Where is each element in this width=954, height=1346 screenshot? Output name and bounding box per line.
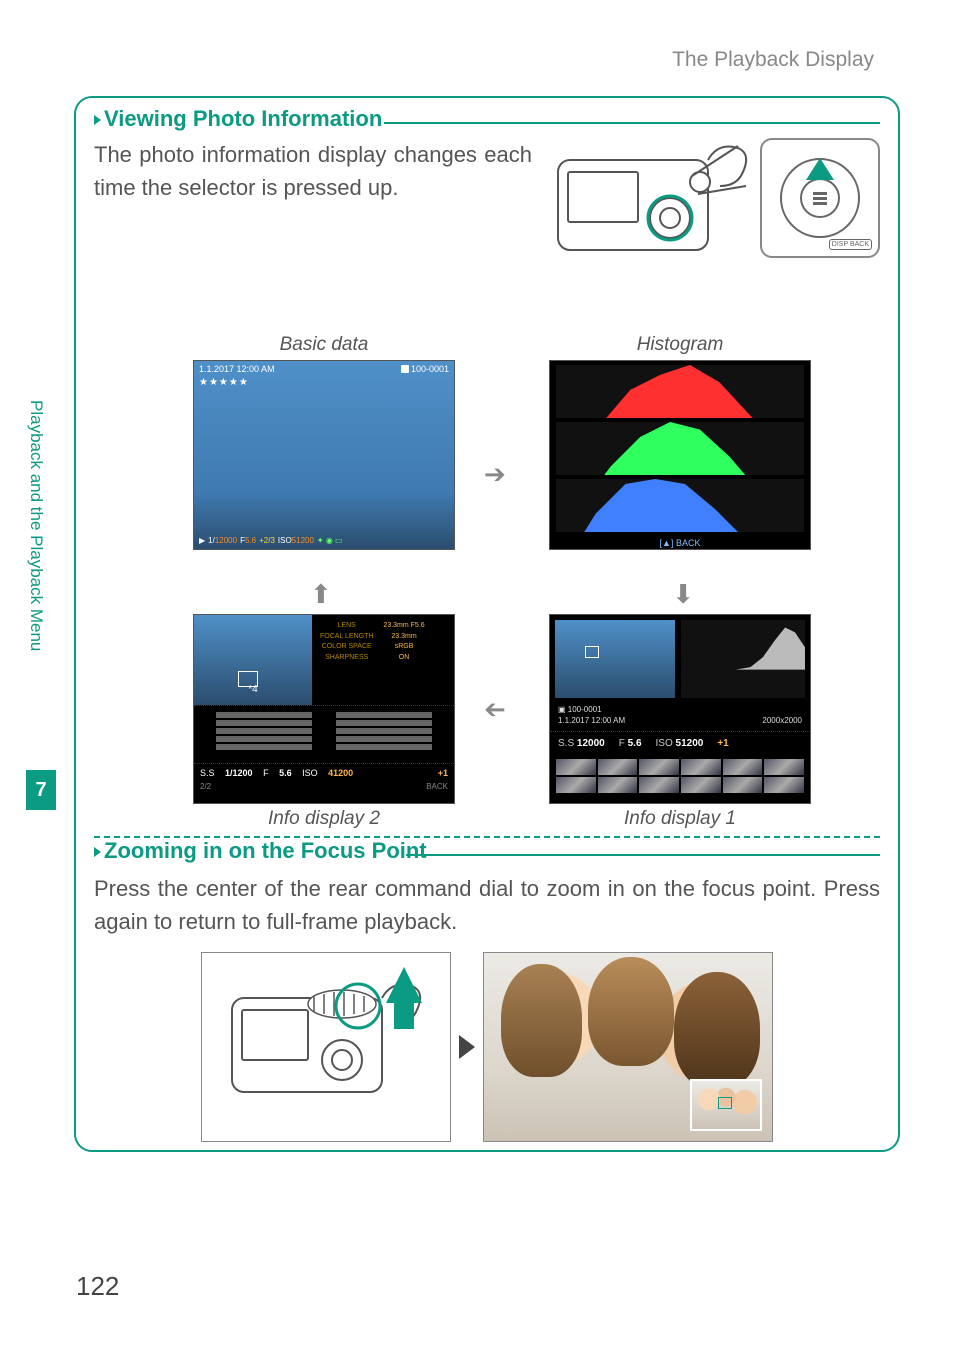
- selector-up-arrow-icon: [806, 158, 834, 180]
- info1-ev: +1: [717, 738, 728, 749]
- pip-focus-rect-icon: [718, 1097, 732, 1109]
- info2-iso: 41200: [328, 768, 353, 778]
- content-frame: Viewing Photo Information The photo info…: [74, 96, 900, 1152]
- section1-title: Viewing Photo Information: [94, 106, 388, 132]
- playback-icon: ▶: [199, 536, 205, 545]
- pip-overview: [690, 1079, 762, 1131]
- basic-ss-prefix: 1/: [208, 536, 215, 545]
- press-dial-arrow-icon: [386, 967, 422, 1003]
- info2-color-val: sRGB: [383, 642, 424, 653]
- histogram-caption: Histogram: [540, 334, 820, 356]
- flow-arrow-up-icon: ⬆: [310, 579, 332, 610]
- menu-ok-icon: [809, 187, 831, 209]
- info1-film-sim-thumbs: [550, 755, 810, 797]
- info1-dimensions: 2000x2000: [762, 716, 802, 725]
- selector-zoom-inset: DISP BACK: [760, 138, 880, 258]
- basic-iso-prefix: ISO: [278, 536, 292, 545]
- display-cycle-flow: Basic data 1.1.2017 12:00 AM 100-0001 ★★…: [94, 334, 880, 854]
- info2-lens-label: LENS: [320, 621, 373, 632]
- basic-iso: 51200: [292, 536, 314, 545]
- chapter-number: 7: [26, 770, 56, 810]
- info2-color-label: COLOR SPACE: [320, 642, 373, 653]
- info2-screen: *4 LENS FOCAL LENGTH COLOR SPACE SHARPNE…: [193, 614, 455, 804]
- basic-ap: 5.6: [245, 536, 256, 545]
- info2-focal-val: 23.3mm: [383, 632, 424, 643]
- info1-ap-label: F: [619, 738, 625, 749]
- histogram-blue: [556, 479, 804, 532]
- info1-screen: 100% ▣ 100-0001 1.1.2017 12:00 AM 2000x2…: [549, 614, 811, 804]
- flow-arrow-down-icon: ⬇: [672, 579, 694, 610]
- camera-top-illustration: DISP BACK: [550, 138, 880, 308]
- info2-sharp-val: ON: [383, 653, 424, 664]
- info2-ss-label: S.S: [200, 768, 215, 778]
- info1-ss-label: S.S: [558, 738, 574, 749]
- info1-caption: Info display 1: [540, 808, 820, 830]
- selector-center-button[interactable]: [800, 178, 840, 218]
- basic-datetime: 1.1.2017 12:00 AM: [199, 364, 275, 374]
- info1-iso-label: ISO: [656, 738, 673, 749]
- info2-tone-bars: [194, 705, 454, 763]
- zoomed-photo-illustration: [483, 952, 773, 1142]
- disp-back-button-label: DISP BACK: [829, 239, 872, 250]
- histogram-green: [556, 422, 804, 475]
- histogram-back-icon: [▲]: [660, 538, 674, 548]
- info2-focal-label: FOCAL LENGTH: [320, 632, 373, 643]
- basic-ss: 12000: [215, 536, 237, 545]
- section2-title: Zooming in on the Focus Point: [94, 838, 433, 864]
- section2-text: Press the center of the rear command dia…: [94, 872, 880, 938]
- info1-frame: 100-0001: [568, 705, 602, 714]
- page-number: 122: [76, 1271, 119, 1302]
- flow-arrow-left-icon: ➔: [484, 694, 506, 725]
- histogram-back-label: BACK: [676, 538, 701, 548]
- info1-ss: 12000: [577, 738, 605, 749]
- info1-datetime: 1.1.2017 12:00 AM: [558, 716, 625, 725]
- basic-frame-number: 100-0001: [411, 364, 449, 374]
- info2-ev: +1: [438, 768, 448, 778]
- camera-back-sketch: [550, 138, 750, 288]
- flow-arrow-right-icon: ➔: [484, 459, 506, 490]
- histogram-screen: [▲] BACK: [549, 360, 811, 550]
- histogram-red: [556, 365, 804, 418]
- info1-histogram: [681, 620, 805, 698]
- chapter-tab: Playback and the Playback Menu 7: [26, 390, 56, 810]
- header-title: The Playback Display: [672, 48, 874, 72]
- info2-back: BACK: [426, 782, 448, 791]
- basic-data-screen: 1.1.2017 12:00 AM 100-0001 ★★★★★ ▶ 1/120…: [193, 360, 455, 550]
- info2-lens-val: 23.3mm F5.6: [383, 621, 424, 632]
- info2-page: 2/2: [200, 782, 211, 791]
- info2-ss: 1/1200: [225, 768, 253, 778]
- section1-intro: The photo information display changes ea…: [94, 138, 532, 308]
- chapter-label: Playback and the Playback Menu: [26, 390, 46, 750]
- misc-icons: ✦ ◉ ▭: [317, 536, 343, 545]
- info2-badge: *4: [194, 684, 312, 695]
- zoom-camera-illustration: [201, 952, 451, 1142]
- result-arrow-icon: [459, 1035, 475, 1059]
- info2-sharp-label: SHARPNESS: [320, 653, 373, 664]
- basic-caption: Basic data: [184, 334, 464, 356]
- rating-stars: ★★★★★: [199, 377, 249, 388]
- info2-caption: Info display 2: [184, 808, 464, 830]
- selector-dpad[interactable]: [780, 158, 860, 238]
- basic-ev: +2/3: [259, 536, 275, 545]
- info2-ap-label: F: [263, 768, 269, 778]
- info1-iso: 51200: [676, 738, 704, 749]
- info1-thumbnail: [555, 620, 675, 698]
- info2-ap: 5.6: [279, 768, 292, 778]
- info1-focus-point-icon: [585, 646, 599, 658]
- info2-iso-label: ISO: [302, 768, 318, 778]
- info1-ap: 5.6: [628, 738, 642, 749]
